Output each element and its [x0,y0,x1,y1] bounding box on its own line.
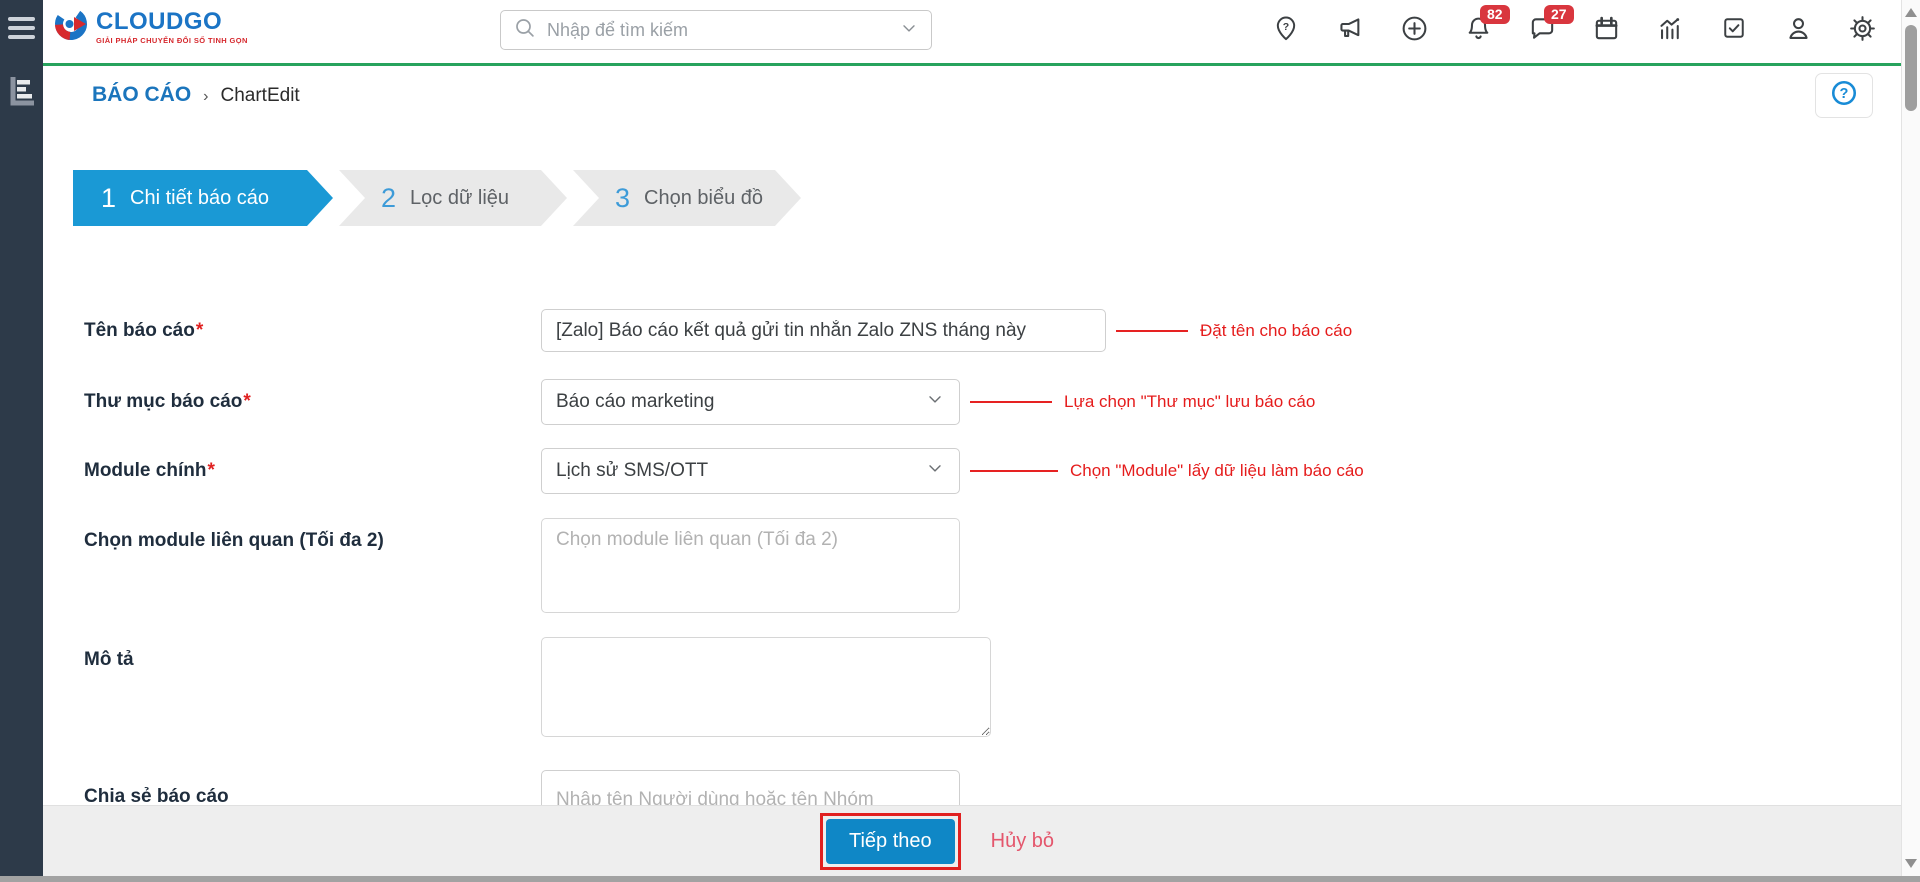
description-textarea[interactable] [541,637,991,737]
next-button[interactable]: Tiếp theo [826,819,955,864]
announcement-icon[interactable] [1335,13,1365,43]
step-number: 3 [615,183,630,214]
report-name-input[interactable] [541,309,1106,352]
calendar-icon[interactable] [1591,13,1621,43]
field-label: Tên báo cáo* [84,320,541,342]
annotation-connector-line [970,401,1052,403]
scrollbar-down-arrow-icon[interactable] [1905,859,1917,868]
field-label: Thư mục báo cáo* [84,391,541,413]
breadcrumb-separator: › [203,88,208,106]
app-logo[interactable]: CLOUDGO GIẢI PHÁP CHUYỂN ĐỔI SỐ TINH GỌN [53,5,248,48]
top-bar: CLOUDGO GIẢI PHÁP CHUYỂN ĐỔI SỐ TINH GỌN… [43,0,1901,66]
svg-text:?: ? [1840,86,1849,102]
main-module-select[interactable]: Lịch sử SMS/OTT [541,448,960,494]
step-tab-1-chi-tiet-bao-cao[interactable]: 1 Chi tiết báo cáo [73,170,333,226]
app-window: CLOUDGO GIẢI PHÁP CHUYỂN ĐỔI SỐ TINH GỌN… [0,0,1920,882]
step-tab-3-chon-bieu-do[interactable]: 3 Chọn biểu đồ [573,170,801,226]
logo-text: CLOUDGO GIẢI PHÁP CHUYỂN ĐỔI SỐ TINH GỌN [96,9,248,45]
form-row-related-modules: Chọn module liên quan (Tối đa 2) [43,518,1897,613]
main-content: 1 Chi tiết báo cáo 2 Lọc dữ liệu 3 Chọn … [43,125,1897,876]
breadcrumb-page: ChartEdit [221,85,300,107]
chevron-down-icon [925,389,945,415]
step-label: Chi tiết báo cáo [130,187,269,210]
vertical-scrollbar[interactable] [1901,0,1920,876]
form-row-main-module: Module chính* Lịch sử SMS/OTT Chọn "Modu… [43,448,1897,494]
cloudgo-logo-icon [53,5,89,48]
cancel-button[interactable]: Hủy bỏ [991,830,1054,853]
annotation-main-module: Chọn "Module" lấy dữ liệu làm báo cáo [970,461,1364,481]
step-number: 2 [381,183,396,214]
selected-value: Báo cáo marketing [556,391,714,413]
required-asterisk: * [207,460,214,481]
step-label: Lọc dữ liệu [410,187,509,210]
brand-name: CLOUDGO [96,9,248,35]
annotation-report-name: Đặt tên cho báo cáo [1116,321,1352,341]
step-number: 1 [101,183,116,214]
reports-icon[interactable] [1655,13,1685,43]
report-bars-icon[interactable] [7,74,37,113]
settings-icon[interactable] [1847,13,1877,43]
left-sidebar [0,0,43,882]
notifications-icon[interactable]: 82 [1463,13,1493,43]
step-tab-2-loc-du-lieu[interactable]: 2 Lọc dữ liệu [339,170,567,226]
field-label: Mô tả [84,637,541,671]
scrollbar-up-arrow-icon[interactable] [1905,8,1917,17]
search-icon [513,16,537,45]
help-circle-icon: ? [1830,79,1858,112]
annotation-highlight-box: Tiếp theo [820,813,961,870]
related-modules-multiselect[interactable] [541,518,960,613]
required-asterisk: * [243,391,250,412]
help-button[interactable]: ? [1815,73,1873,118]
add-new-icon[interactable] [1399,13,1429,43]
search-input[interactable] [547,20,889,41]
hamburger-menu-icon[interactable] [8,17,35,44]
svg-text:?: ? [1283,21,1289,33]
report-folder-select[interactable]: Báo cáo marketing [541,379,960,425]
annotation-connector-line [970,470,1058,472]
form-row-report-name: Tên báo cáo* Đặt tên cho báo cáo [43,309,1897,352]
wizard-steps: 1 Chi tiết báo cáo 2 Lọc dữ liệu 3 Chọn … [73,170,1897,226]
chevron-down-icon [925,458,945,484]
breadcrumb-bar: BÁO CÁO › ChartEdit ? [43,69,1901,125]
field-label: Chọn module liên quan (Tối đa 2) [84,518,541,552]
window-bottom-edge [0,876,1920,882]
search-chevron-down-icon[interactable] [899,18,919,43]
selected-value: Lịch sử SMS/OTT [556,460,708,482]
annotation-connector-line [1116,330,1188,332]
step-label: Chọn biểu đồ [644,187,763,210]
form-row-description: Mô tả [43,637,1897,737]
scrollbar-thumb[interactable] [1905,25,1917,111]
brand-tagline: GIẢI PHÁP CHUYỂN ĐỔI SỐ TINH GỌN [96,36,248,45]
footer-action-bar: Tiếp theo Hủy bỏ [43,805,1901,876]
messages-icon[interactable]: 27 [1527,13,1557,43]
breadcrumb: BÁO CÁO › ChartEdit [92,83,300,107]
annotation-report-folder: Lựa chọn "Thư mục" lưu báo cáo [970,392,1315,412]
profile-icon[interactable] [1783,13,1813,43]
global-search [500,10,932,50]
report-detail-form: Tên báo cáo* Đặt tên cho báo cáo Thư mục… [43,309,1897,830]
location-help-icon[interactable]: ? [1271,13,1301,43]
required-asterisk: * [196,320,203,341]
form-row-report-folder: Thư mục báo cáo* Báo cáo marketing Lựa c… [43,379,1897,425]
notifications-badge: 82 [1480,5,1510,24]
header-icon-row: ? 82 27 [1271,13,1877,43]
field-label: Chia sẻ báo cáo [84,770,541,808]
tasks-icon[interactable] [1719,13,1749,43]
field-label: Module chính* [84,460,541,482]
messages-badge: 27 [1544,5,1574,24]
breadcrumb-section[interactable]: BÁO CÁO [92,83,191,107]
